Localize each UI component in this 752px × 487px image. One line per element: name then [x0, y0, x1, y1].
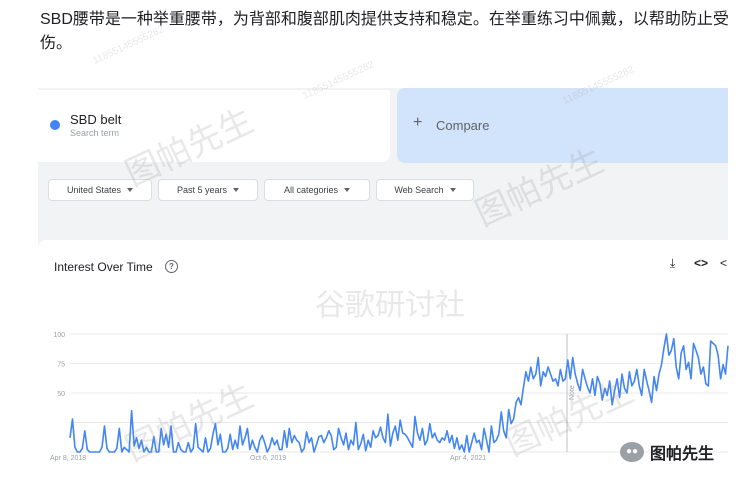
help-icon[interactable]: ? — [165, 260, 178, 273]
compare-label: Compare — [436, 118, 490, 133]
caret-down-icon — [449, 188, 456, 192]
time-range-value: Past 5 years — [176, 185, 228, 195]
compare-button[interactable]: + Compare — [397, 88, 728, 163]
download-icon[interactable]: ⤓ — [670, 256, 675, 271]
search-term-subtitle: Search term — [70, 128, 120, 138]
search-type-dropdown[interactable]: Web Search — [376, 179, 474, 201]
wechat-icon: ●● — [620, 442, 644, 462]
caret-down-icon — [233, 188, 240, 192]
time-range-dropdown[interactable]: Past 5 years — [158, 179, 258, 201]
search-term-name[interactable]: SBD belt — [70, 112, 121, 127]
article-text: SBD腰带是一种举重腰带，为背部和腹部肌肉提供支持和稳定。在举重练习中佩戴，以帮… — [40, 11, 729, 52]
search-term-card[interactable]: SBD belt Search term — [38, 90, 390, 162]
embed-icon[interactable]: <> — [694, 256, 708, 270]
category-value: All categories — [283, 185, 339, 195]
filter-bar: United States Past 5 years All categorie… — [38, 172, 728, 208]
series-color-dot — [50, 120, 60, 130]
category-dropdown[interactable]: All categories — [264, 179, 370, 201]
caret-down-icon — [127, 188, 134, 192]
search-type-value: Web Search — [394, 185, 444, 195]
plus-icon: + — [413, 114, 423, 131]
chart-title: Interest Over Time — [54, 260, 153, 274]
wechat-badge: ●● 图帕先生 — [620, 440, 714, 464]
region-dropdown[interactable]: United States — [48, 179, 152, 201]
caret-down-icon — [344, 188, 351, 192]
wechat-label: 图帕先生 — [650, 446, 715, 463]
share-icon[interactable]: < — [720, 256, 727, 270]
region-value: United States — [66, 185, 122, 195]
